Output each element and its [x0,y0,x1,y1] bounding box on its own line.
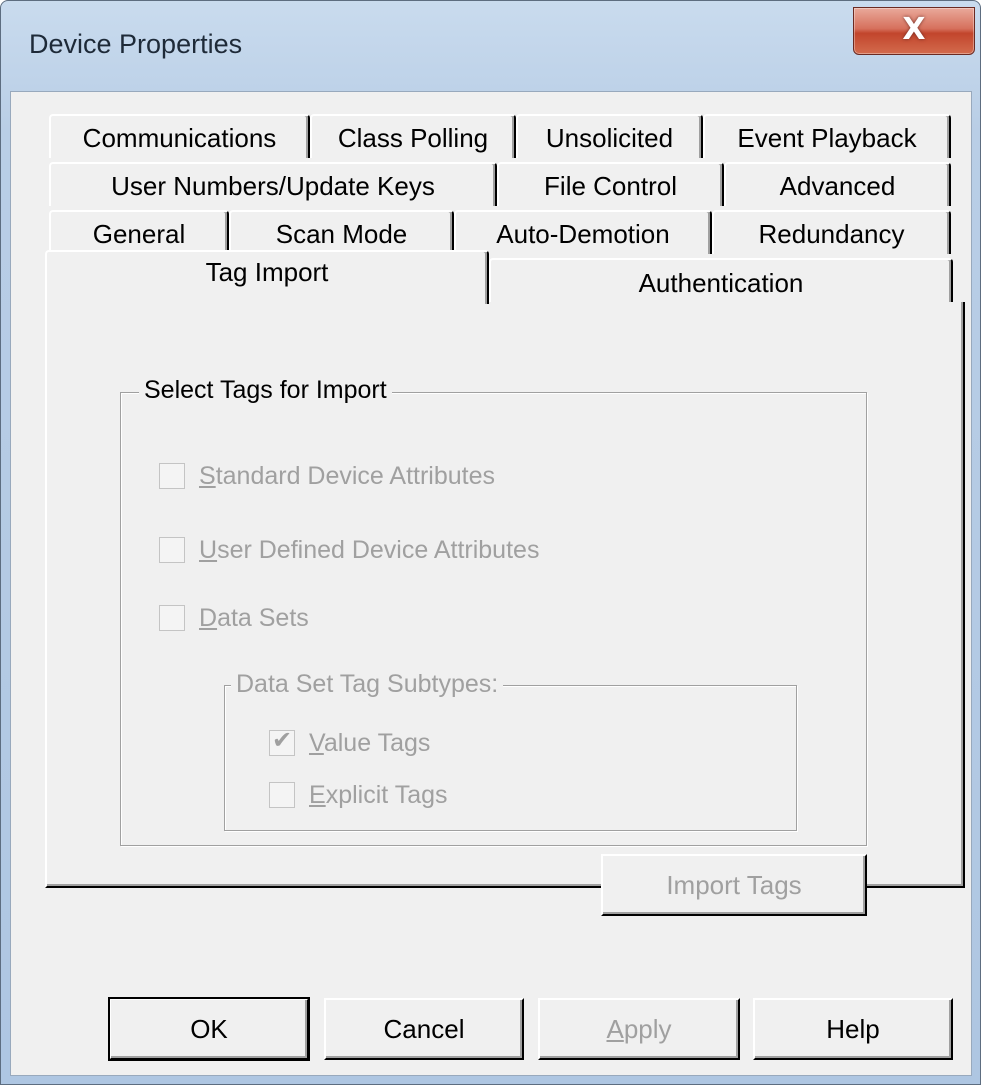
tab-auto-demotion[interactable]: Auto-Demotion [454,210,712,254]
select-tags-groupbox: Select Tags for Import Standard Device A… [120,376,867,846]
import-tags-button[interactable]: Import Tags [601,854,867,916]
tab-authentication[interactable]: Authentication [489,258,953,306]
tab-file-control[interactable]: File Control [497,162,724,206]
explicit-tags-label: Explicit Tags [309,781,448,809]
user-defined-device-attributes-label: User Defined Device Attributes [199,536,540,564]
apply-button[interactable]: Apply [538,998,740,1060]
close-icon: X [902,12,926,47]
select-tags-group-label: Select Tags for Import [139,376,392,405]
ok-button[interactable]: OK [108,997,310,1061]
standard-device-attributes-checkbox[interactable] [159,463,185,489]
tab-unsolicited[interactable]: Unsolicited [516,114,703,158]
data-sets-label: Data Sets [199,604,309,632]
cancel-button[interactable]: Cancel [324,998,524,1060]
tab-panel-tag-import: Select Tags for Import Standard Device A… [45,302,965,888]
help-button[interactable]: Help [753,998,953,1060]
tab-scan-mode[interactable]: Scan Mode [229,210,454,254]
close-button[interactable]: X [853,7,975,55]
window-title: Device Properties [29,29,243,59]
explicit-tags-checkbox[interactable] [269,782,295,808]
user-defined-device-attributes-checkbox[interactable] [159,537,185,563]
standard-device-attributes-label: Standard Device Attributes [199,462,496,490]
tab-advanced[interactable]: Advanced [724,162,951,206]
value-tags-checkbox[interactable]: ✔ [269,726,295,756]
checkmark-icon: ✔ [272,726,293,754]
value-tags-label: Value Tags [309,729,431,757]
data-sets-checkbox[interactable] [159,605,185,631]
apply-label: pply [623,1014,672,1044]
tab-tag-import[interactable]: Tag Import [45,250,489,304]
tab-communications[interactable]: Communications [49,114,310,158]
tab-user-numbers-update-keys[interactable]: User Numbers/Update Keys [49,162,497,206]
dialog-window: Device Properties X Communications Class… [0,0,981,1085]
tab-event-playback[interactable]: Event Playback [703,114,951,158]
title-bar[interactable]: Device Properties X [1,1,980,91]
tab-redundancy[interactable]: Redundancy [712,210,951,254]
tab-general[interactable]: General [49,210,229,254]
tab-class-polling[interactable]: Class Polling [310,114,516,158]
data-set-tag-subtypes-groupbox: Data Set Tag Subtypes: ✔ Value Tags Expl… [224,670,797,831]
apply-mnemonic: A [606,1014,624,1044]
dialog-client-area: Communications Class Polling Unsolicited… [10,91,972,1076]
data-set-tag-subtypes-label: Data Set Tag Subtypes: [231,670,504,699]
